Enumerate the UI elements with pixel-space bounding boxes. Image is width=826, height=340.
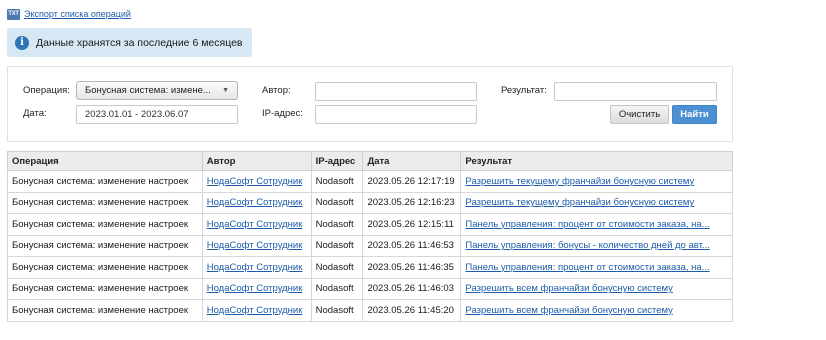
date-cell: 2023.05.26 11:46:35 bbox=[362, 256, 462, 279]
operation-select[interactable]: Бонусная система: измене... ▼ bbox=[76, 81, 238, 100]
author-link[interactable]: НодаСофт Сотрудник bbox=[207, 176, 303, 187]
result-cell: Разрешить текущему франчайзи бонусную си… bbox=[460, 170, 733, 193]
txt-file-icon: TXT bbox=[7, 8, 20, 20]
date-range-input[interactable]: 2023.01.01 - 2023.06.07 bbox=[76, 105, 238, 124]
table-row: Бонусная система: изменение настроек Нод… bbox=[7, 170, 733, 193]
result-input[interactable] bbox=[554, 82, 717, 101]
date-cell: 2023.05.26 11:46:53 bbox=[362, 234, 462, 257]
date-range-value: 2023.01.01 - 2023.06.07 bbox=[85, 109, 189, 120]
result-link[interactable]: Панель управления: процент от стоимости … bbox=[465, 219, 709, 230]
ip-label: IP-адрес: bbox=[262, 108, 303, 119]
author-cell: НодаСофт Сотрудник bbox=[201, 170, 312, 193]
date-cell: 2023.05.26 12:17:19 bbox=[362, 170, 462, 193]
author-link[interactable]: НодаСофт Сотрудник bbox=[207, 283, 303, 294]
result-cell: Разрешить всем франчайзи бонусную систем… bbox=[460, 299, 733, 322]
operation-cell: Бонусная система: изменение настроек bbox=[7, 213, 203, 236]
author-link[interactable]: НодаСофт Сотрудник bbox=[207, 305, 303, 316]
info-notice: i Данные хранятся за последние 6 месяцев bbox=[7, 28, 252, 57]
result-cell: Разрешить текущему франчайзи бонусную си… bbox=[460, 191, 733, 214]
operation-select-value: Бонусная система: измене... bbox=[85, 85, 211, 96]
author-cell: НодаСофт Сотрудник bbox=[201, 277, 312, 300]
export-operations-link[interactable]: Экспорт списка операций bbox=[24, 9, 131, 19]
author-link[interactable]: НодаСофт Сотрудник bbox=[207, 197, 303, 208]
author-cell: НодаСофт Сотрудник bbox=[201, 213, 312, 236]
column-header-operation[interactable]: Операция bbox=[7, 151, 203, 171]
ip-cell: Nodasoft bbox=[310, 299, 364, 322]
column-header-ip[interactable]: IP-адрес bbox=[310, 151, 364, 171]
column-header-date[interactable]: Дата bbox=[362, 151, 462, 171]
ip-cell: Nodasoft bbox=[310, 170, 364, 193]
table-row: Бонусная система: изменение настроек Нод… bbox=[7, 213, 733, 236]
result-link[interactable]: Панель управления: бонусы - количество д… bbox=[465, 240, 709, 251]
operations-table: Операция Автор IP-адрес Дата Результат Б… bbox=[7, 151, 733, 322]
result-link[interactable]: Разрешить текущему франчайзи бонусную си… bbox=[465, 176, 694, 187]
table-header-row: Операция Автор IP-адрес Дата Результат bbox=[7, 151, 733, 171]
operation-label: Операция: bbox=[23, 85, 70, 96]
date-cell: 2023.05.26 12:15:11 bbox=[362, 213, 462, 236]
operation-cell: Бонусная система: изменение настроек bbox=[7, 277, 203, 300]
operation-cell: Бонусная система: изменение настроек bbox=[7, 256, 203, 279]
result-label: Результат: bbox=[501, 85, 547, 96]
result-link[interactable]: Панель управления: процент от стоимости … bbox=[465, 262, 709, 273]
operation-cell: Бонусная система: изменение настроек bbox=[7, 191, 203, 214]
result-cell: Панель управления: бонусы - количество д… bbox=[460, 234, 733, 257]
date-cell: 2023.05.26 11:45:20 bbox=[362, 299, 462, 322]
find-button[interactable]: Найти bbox=[672, 105, 717, 124]
author-label: Автор: bbox=[262, 85, 291, 96]
author-input[interactable] bbox=[315, 82, 477, 101]
ip-cell: Nodasoft bbox=[310, 213, 364, 236]
ip-cell: Nodasoft bbox=[310, 256, 364, 279]
ip-cell: Nodasoft bbox=[310, 191, 364, 214]
date-label: Дата: bbox=[23, 108, 47, 119]
date-cell: 2023.05.26 11:46:03 bbox=[362, 277, 462, 300]
result-cell: Разрешить всем франчайзи бонусную систем… bbox=[460, 277, 733, 300]
clear-button[interactable]: Очистить bbox=[610, 105, 669, 124]
ip-cell: Nodasoft bbox=[310, 234, 364, 257]
author-cell: НодаСофт Сотрудник bbox=[201, 234, 312, 257]
table-row: Бонусная система: изменение настроек Нод… bbox=[7, 234, 733, 257]
result-cell: Панель управления: процент от стоимости … bbox=[460, 213, 733, 236]
info-message: Данные хранятся за последние 6 месяцев bbox=[36, 36, 243, 49]
author-link[interactable]: НодаСофт Сотрудник bbox=[207, 219, 303, 230]
column-header-result[interactable]: Результат bbox=[460, 151, 733, 171]
author-link[interactable]: НодаСофт Сотрудник bbox=[207, 240, 303, 251]
result-link[interactable]: Разрешить всем франчайзи бонусную систем… bbox=[465, 283, 672, 294]
author-cell: НодаСофт Сотрудник bbox=[201, 299, 312, 322]
author-link[interactable]: НодаСофт Сотрудник bbox=[207, 262, 303, 273]
operation-cell: Бонусная система: изменение настроек bbox=[7, 234, 203, 257]
table-row: Бонусная система: изменение настроек Нод… bbox=[7, 299, 733, 322]
result-cell: Панель управления: процент от стоимости … bbox=[460, 256, 733, 279]
ip-input[interactable] bbox=[315, 105, 477, 124]
table-row: Бонусная система: изменение настроек Нод… bbox=[7, 277, 733, 300]
table-row: Бонусная система: изменение настроек Нод… bbox=[7, 256, 733, 279]
chevron-down-icon: ▼ bbox=[222, 87, 229, 94]
result-link[interactable]: Разрешить всем франчайзи бонусную систем… bbox=[465, 305, 672, 316]
table-row: Бонусная система: изменение настроек Нод… bbox=[7, 191, 733, 214]
export-link-row: TXT Экспорт списка операций bbox=[7, 7, 131, 21]
result-link[interactable]: Разрешить текущему франчайзи бонусную си… bbox=[465, 197, 694, 208]
operation-cell: Бонусная система: изменение настроек bbox=[7, 299, 203, 322]
operation-cell: Бонусная система: изменение настроек bbox=[7, 170, 203, 193]
column-header-author[interactable]: Автор bbox=[201, 151, 312, 171]
author-cell: НодаСофт Сотрудник bbox=[201, 256, 312, 279]
filter-panel: Операция: Бонусная система: измене... ▼ … bbox=[7, 66, 733, 142]
info-icon: i bbox=[15, 35, 29, 50]
ip-cell: Nodasoft bbox=[310, 277, 364, 300]
author-cell: НодаСофт Сотрудник bbox=[201, 191, 312, 214]
date-cell: 2023.05.26 12:16:23 bbox=[362, 191, 462, 214]
